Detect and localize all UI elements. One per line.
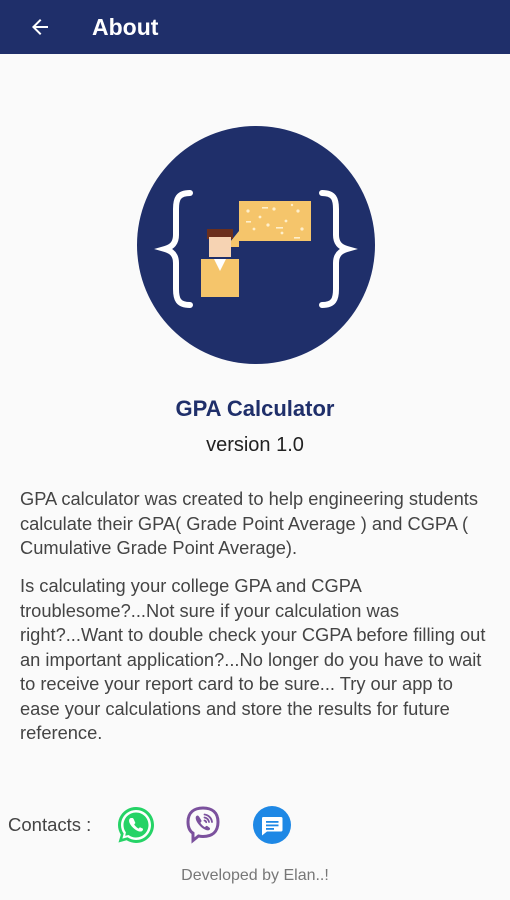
- app-logo: [136, 125, 376, 365]
- back-button[interactable]: [18, 7, 62, 47]
- page-title: About: [92, 13, 159, 40]
- viber-button[interactable]: [183, 804, 225, 846]
- developer-credit: Developed by Elan..!: [181, 867, 329, 884]
- viber-icon: [186, 806, 220, 844]
- description-paragraph-2: Is calculating your college GPA and CGPA…: [20, 575, 486, 743]
- message-button[interactable]: [251, 804, 293, 846]
- contacts-label: Contacts :: [8, 814, 92, 835]
- contacts-row: Contacts :: [8, 803, 319, 847]
- description-paragraph-1: GPA calculator was created to help engin…: [20, 488, 478, 558]
- app-name: GPA Calculator: [175, 396, 335, 421]
- app-bar: About: [0, 0, 510, 54]
- message-icon: [253, 806, 292, 844]
- whatsapp-button[interactable]: [115, 804, 157, 846]
- app-version: version 1.0: [206, 434, 304, 456]
- app-logo-icon: [137, 126, 375, 364]
- arrow-left-icon: [32, 19, 48, 35]
- whatsapp-icon: [118, 807, 155, 843]
